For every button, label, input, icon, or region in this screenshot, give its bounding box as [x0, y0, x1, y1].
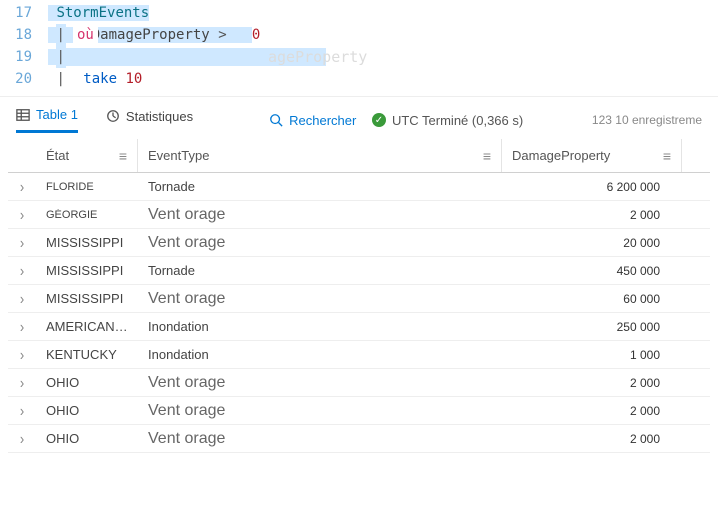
- table-icon: [16, 108, 30, 122]
- column-menu-icon[interactable]: ≡: [119, 148, 127, 164]
- expand-row-icon[interactable]: ›: [8, 347, 36, 362]
- cell-eventtype: Inondation: [138, 319, 502, 334]
- translate-overlay: où: [73, 23, 98, 47]
- table-row[interactable]: ›FLORIDETornade6 200 000: [8, 173, 710, 201]
- tab-label: Table 1: [36, 107, 78, 122]
- column-menu-icon[interactable]: ≡: [483, 148, 491, 164]
- expand-row-icon[interactable]: ›: [8, 319, 36, 334]
- table-header: État ≡ EventType ≡ DamageProperty ≡: [8, 139, 710, 173]
- expand-row-icon[interactable]: ›: [8, 291, 36, 306]
- column-eventtype[interactable]: EventType ≡: [138, 139, 502, 172]
- code-token: 10: [125, 71, 142, 87]
- cell-damage: 450 000: [502, 264, 682, 278]
- expand-row-icon[interactable]: ›: [8, 235, 36, 250]
- table-row[interactable]: ›OHIOVent orage2 000: [8, 397, 710, 425]
- line-number: 17: [0, 2, 32, 24]
- table-body: ›FLORIDETornade6 200 000›GÉORGIEVent ora…: [8, 173, 710, 453]
- table-row[interactable]: ›MISSISSIPPIVent orage20 000: [8, 229, 710, 257]
- cell-state: OHIO: [36, 431, 138, 446]
- cell-eventtype: Tornade: [138, 263, 502, 278]
- column-damage[interactable]: DamageProperty ≡: [502, 139, 682, 172]
- search-and-status[interactable]: Rechercher ✓ UTC Terminé (0,366 s): [269, 113, 523, 128]
- cell-eventtype: Vent orage: [138, 234, 502, 252]
- column-menu-icon[interactable]: ≡: [663, 148, 671, 164]
- table-row[interactable]: ›OHIOVent orage2 000: [8, 425, 710, 453]
- cell-state: FLORIDE: [36, 181, 138, 193]
- code-editor[interactable]: 17 18 19 20 StormEvents | DamageProperty…: [0, 0, 718, 96]
- cell-eventtype: Vent orage: [138, 206, 502, 224]
- column-label: État: [46, 148, 69, 163]
- search-icon: [269, 113, 283, 127]
- result-tabs: Table 1 Statistiques Rechercher ✓ UTC Te…: [0, 96, 718, 133]
- cell-damage: 6 200 000: [502, 180, 682, 194]
- cell-damage: 60 000: [502, 292, 682, 306]
- expand-row-icon[interactable]: ›: [8, 403, 36, 418]
- line-number: 18: [0, 24, 32, 46]
- cell-state: OHIO: [36, 403, 138, 418]
- expand-row-icon[interactable]: ›: [8, 431, 36, 446]
- column-state[interactable]: État ≡: [36, 139, 138, 172]
- column-label: EventType: [148, 148, 209, 163]
- table-row[interactable]: ›MISSISSIPPIVent orage60 000: [8, 285, 710, 313]
- line-number: 19: [0, 46, 32, 68]
- code-area[interactable]: StormEvents | DamageProperty > 0 | | tak…: [48, 2, 718, 90]
- table-row[interactable]: ›KENTUCKYInondation1 000: [8, 341, 710, 369]
- table-row[interactable]: ›AMERICAN…Inondation250 000: [8, 313, 710, 341]
- cell-state: MISSISSIPPI: [36, 235, 138, 250]
- cell-damage: 2 000: [502, 376, 682, 390]
- status-text: UTC Terminé (0,366 s): [392, 113, 523, 128]
- cell-state: AMERICAN…: [36, 319, 138, 334]
- results-table: État ≡ EventType ≡ DamageProperty ≡ ›FLO…: [0, 139, 718, 453]
- tab-stats[interactable]: Statistiques: [106, 109, 193, 132]
- tab-table[interactable]: Table 1: [16, 107, 78, 133]
- cell-eventtype: Vent orage: [138, 402, 502, 420]
- code-token: >: [218, 27, 226, 43]
- tab-label: Statistiques: [126, 109, 193, 124]
- column-label: DamageProperty: [512, 148, 610, 163]
- row-count: 123 10 enregistreme: [592, 113, 702, 127]
- clock-icon: [106, 109, 120, 123]
- expand-row-icon[interactable]: ›: [8, 207, 36, 222]
- search-label: Rechercher: [289, 113, 356, 128]
- cell-state: OHIO: [36, 375, 138, 390]
- status-ok-icon: ✓: [372, 113, 386, 127]
- table-row[interactable]: ›OHIOVent orage2 000: [8, 369, 710, 397]
- expand-row-icon[interactable]: ›: [8, 375, 36, 390]
- expand-row-icon[interactable]: ›: [8, 179, 36, 194]
- cell-damage: 2 000: [502, 208, 682, 222]
- cell-damage: 2 000: [502, 404, 682, 418]
- cell-damage: 2 000: [502, 432, 682, 446]
- table-row[interactable]: ›GÉORGIEVent orage2 000: [8, 201, 710, 229]
- code-token: DamageProperty: [92, 27, 210, 43]
- cell-state: MISSISSIPPI: [36, 263, 138, 278]
- cell-state: GÉORGIE: [36, 209, 138, 221]
- cell-damage: 1 000: [502, 348, 682, 362]
- line-number: 20: [0, 68, 32, 90]
- cell-eventtype: Vent orage: [138, 374, 502, 392]
- line-gutter: 17 18 19 20: [0, 2, 48, 90]
- cell-state: MISSISSIPPI: [36, 291, 138, 306]
- cell-eventtype: Vent orage: [138, 290, 502, 308]
- code-token: take: [83, 71, 117, 87]
- expand-row-icon[interactable]: ›: [8, 263, 36, 278]
- cell-damage: 250 000: [502, 320, 682, 334]
- code-token: 0: [252, 27, 260, 43]
- cell-eventtype: Tornade: [138, 179, 502, 194]
- cell-eventtype: Vent orage: [138, 430, 502, 448]
- cell-eventtype: Inondation: [138, 347, 502, 362]
- table-row[interactable]: ›MISSISSIPPITornade450 000: [8, 257, 710, 285]
- code-token: StormEvents: [56, 5, 149, 21]
- cell-damage: 20 000: [502, 236, 682, 250]
- cell-state: KENTUCKY: [36, 347, 138, 362]
